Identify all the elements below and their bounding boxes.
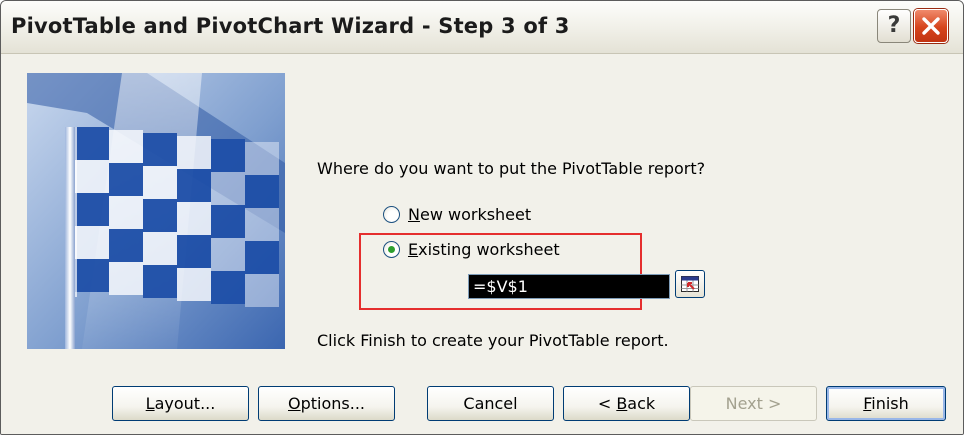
- placement-question: Where do you want to put the PivotTable …: [317, 159, 706, 178]
- back-button[interactable]: < Back: [563, 386, 690, 421]
- next-button[interactable]: Next >: [690, 386, 817, 421]
- window-title: PivotTable and PivotChart Wizard - Step …: [11, 14, 570, 38]
- close-icon: [922, 17, 940, 35]
- finish-button[interactable]: Finish: [826, 386, 946, 421]
- options-button[interactable]: Options...: [258, 386, 395, 421]
- help-button[interactable]: ?: [877, 9, 911, 43]
- cancel-button[interactable]: Cancel: [427, 386, 554, 421]
- layout-button[interactable]: Layout...: [112, 386, 249, 421]
- collapse-dialog-button[interactable]: [675, 270, 705, 298]
- new-worksheet-label: New worksheet: [408, 204, 532, 224]
- new-worksheet-radio[interactable]: [383, 205, 400, 223]
- title-bar[interactable]: PivotTable and PivotChart Wizard - Step …: [1, 1, 963, 54]
- help-icon: ?: [887, 13, 901, 38]
- close-button[interactable]: [914, 9, 948, 43]
- location-ref-input[interactable]: [468, 274, 670, 299]
- collapse-dialog-icon: [681, 276, 699, 292]
- finish-instruction: Click Finish to create your PivotTable r…: [317, 331, 669, 350]
- new-worksheet-option[interactable]: New worksheet: [383, 203, 531, 225]
- checkered-flag-icon: [27, 73, 285, 349]
